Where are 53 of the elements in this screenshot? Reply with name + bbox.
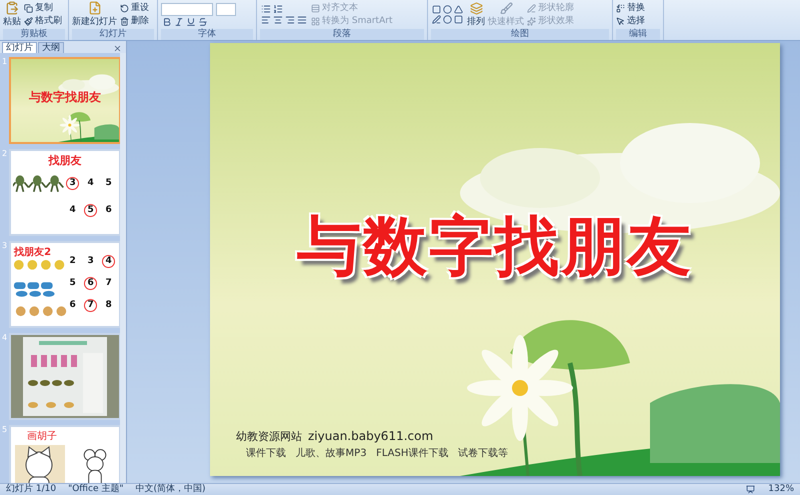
slide-number: 5 — [2, 425, 8, 434]
site-name: 幼教资源网站 — [236, 429, 302, 444]
thumbnail-number: 4 — [86, 177, 95, 190]
group-label: 绘图 — [431, 29, 609, 40]
thumbnail-number: 8 — [104, 299, 113, 312]
thumbnail-number: 6 — [68, 299, 77, 312]
thumbnail-title: 找朋友 — [47, 153, 83, 168]
group-label: 段落 — [260, 29, 424, 40]
thumbnail-number: 5 — [104, 177, 113, 190]
thumbnail-number: 6 — [84, 277, 98, 290]
editing-button[interactable]: 选择 — [616, 15, 645, 27]
thumbnail-number: 2 — [68, 255, 77, 268]
slide-thumbnail[interactable]: 找朋友 3 4 5 4 5 6 — [9, 149, 120, 236]
thumbnail-number: 4 — [102, 255, 116, 268]
slide-number: 1 — [2, 57, 8, 66]
thumbnail-number: 4 — [68, 204, 77, 217]
group-label: 字体 — [161, 29, 253, 40]
thumbnail-title: 找朋友2 — [14, 246, 52, 259]
slide-title: 与数字找朋友 — [296, 209, 694, 286]
thumbnail-number: 6 — [104, 204, 113, 217]
group-label: 幻灯片 — [72, 29, 154, 40]
slide-number: 3 — [2, 241, 8, 250]
thumbnail-number: 5 — [84, 204, 98, 217]
thumbnail-number: 3 — [66, 177, 80, 190]
slide-counter: 幻灯片 1/10 — [6, 484, 56, 495]
slide-action-button[interactable]: 重设 — [120, 2, 149, 14]
thumbnail-title: 与数字找朋友 — [28, 89, 102, 106]
slide-thumbnail[interactable]: 画胡子 — [9, 425, 120, 483]
slide-number: 4 — [2, 333, 8, 342]
thumbnail-number: 7 — [84, 299, 98, 312]
slide-action-button[interactable]: 删除 — [120, 15, 149, 27]
language: 中文(简体，中国) — [136, 484, 206, 495]
thumbnail-title: 画胡子 — [27, 430, 58, 443]
panel-tab[interactable]: 大纲 — [38, 42, 64, 53]
thumbnail-number: 5 — [68, 277, 77, 290]
panel-tab[interactable]: 幻灯片 — [2, 42, 37, 53]
clipboard-button[interactable]: 格式刷 — [24, 15, 62, 27]
zoom-level: 132% — [768, 484, 794, 495]
slide-thumbnail[interactable]: 找朋友2 2 3 4 5 6 7 6 7 8 — [9, 241, 120, 328]
new-slide-button[interactable]: 新建幻灯片 — [72, 1, 117, 28]
editing-button[interactable]: 替换 — [616, 2, 645, 14]
theme-name: "Office 主题" — [68, 484, 124, 495]
thumbnail-number: 7 — [104, 277, 113, 290]
thumbnail-number: 3 — [86, 255, 95, 268]
slide-thumbnail[interactable]: 与数字找朋友 — [9, 57, 120, 144]
group-label: 编辑 — [616, 29, 660, 40]
site-url: ziyuan.baby611.com — [308, 429, 434, 443]
paste-button[interactable]: 粘贴 — [3, 1, 21, 28]
group-label: 剪贴板 — [3, 29, 65, 40]
slide-number: 2 — [2, 149, 8, 158]
arrange-button[interactable]: 排列 — [467, 2, 485, 28]
clipboard-button[interactable]: 复制 — [24, 2, 62, 14]
site-tagline: 课件下载 儿歌、故事MP3 FLASH课件下载 试卷下载等 — [246, 446, 508, 460]
